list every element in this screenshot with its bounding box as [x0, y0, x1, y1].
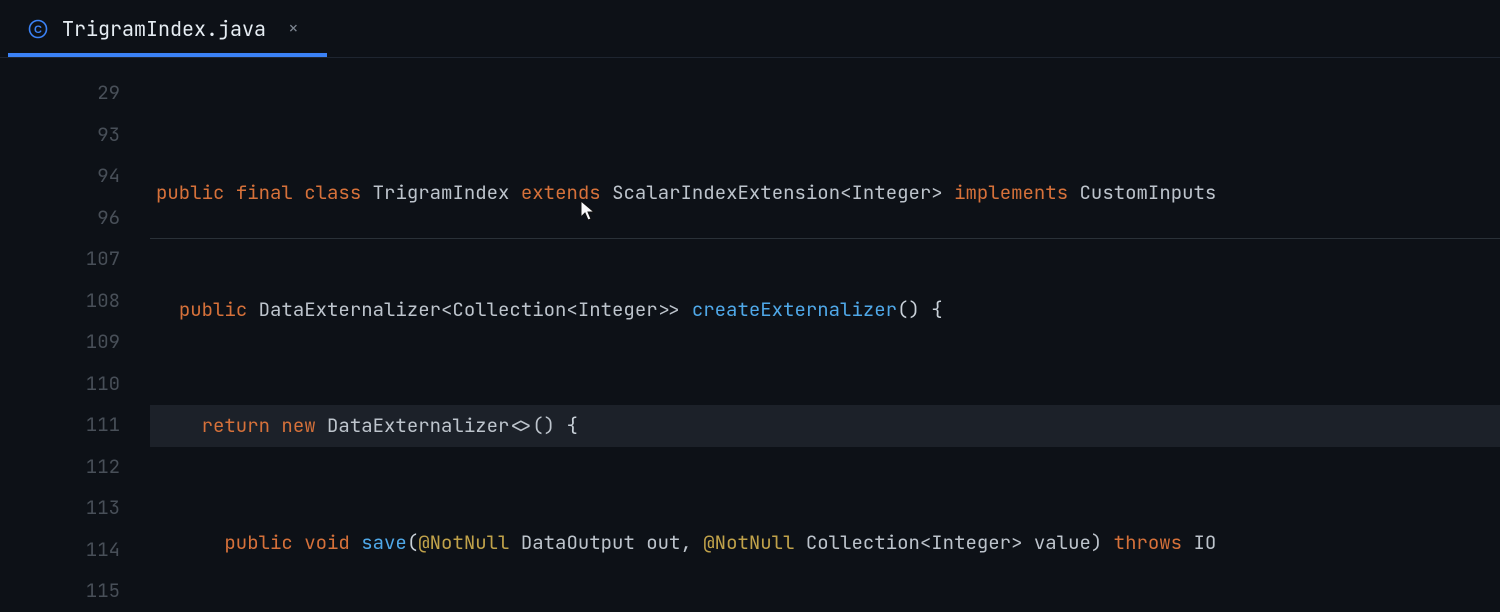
line-number[interactable]: 110: [0, 363, 120, 405]
tab-active-indicator: [8, 53, 327, 57]
line-gutter: 29 93 94 96 107 108 109 110 111 112 113 …: [0, 58, 150, 600]
sticky-header-divider: [150, 238, 1500, 239]
code-line[interactable]: public void save(@NotNull DataOutput out…: [150, 522, 1500, 564]
line-number[interactable]: 29: [0, 72, 120, 114]
line-number[interactable]: 114: [0, 529, 120, 571]
line-number[interactable]: 108: [0, 280, 120, 322]
java-class-icon: C: [28, 19, 48, 39]
tab-title: TrigramIndex.java: [62, 16, 266, 42]
code-line[interactable]: return new DataExternalizer<>() {: [150, 405, 1500, 447]
code-editor[interactable]: 29 93 94 96 107 108 109 110 111 112 113 …: [0, 58, 1500, 600]
line-number[interactable]: 107: [0, 238, 120, 280]
close-tab-icon[interactable]: ×: [288, 17, 299, 40]
line-number[interactable]: 111: [0, 404, 120, 446]
line-number[interactable]: 96: [0, 197, 120, 239]
line-number[interactable]: 109: [0, 321, 120, 363]
line-number[interactable]: 113: [0, 487, 120, 529]
line-number[interactable]: 115: [0, 570, 120, 612]
file-tab[interactable]: C TrigramIndex.java ×: [0, 0, 319, 57]
svg-text:C: C: [34, 24, 42, 36]
tab-bar: C TrigramIndex.java ×: [0, 0, 1500, 58]
code-line[interactable]: public DataExternalizer<Collection<Integ…: [150, 289, 1500, 331]
code-content[interactable]: public final class TrigramIndex extends …: [150, 58, 1500, 600]
code-line[interactable]: public final class TrigramIndex extends …: [150, 172, 1500, 214]
line-number[interactable]: 94: [0, 155, 120, 197]
line-number[interactable]: 112: [0, 446, 120, 488]
line-number[interactable]: 93: [0, 114, 120, 156]
